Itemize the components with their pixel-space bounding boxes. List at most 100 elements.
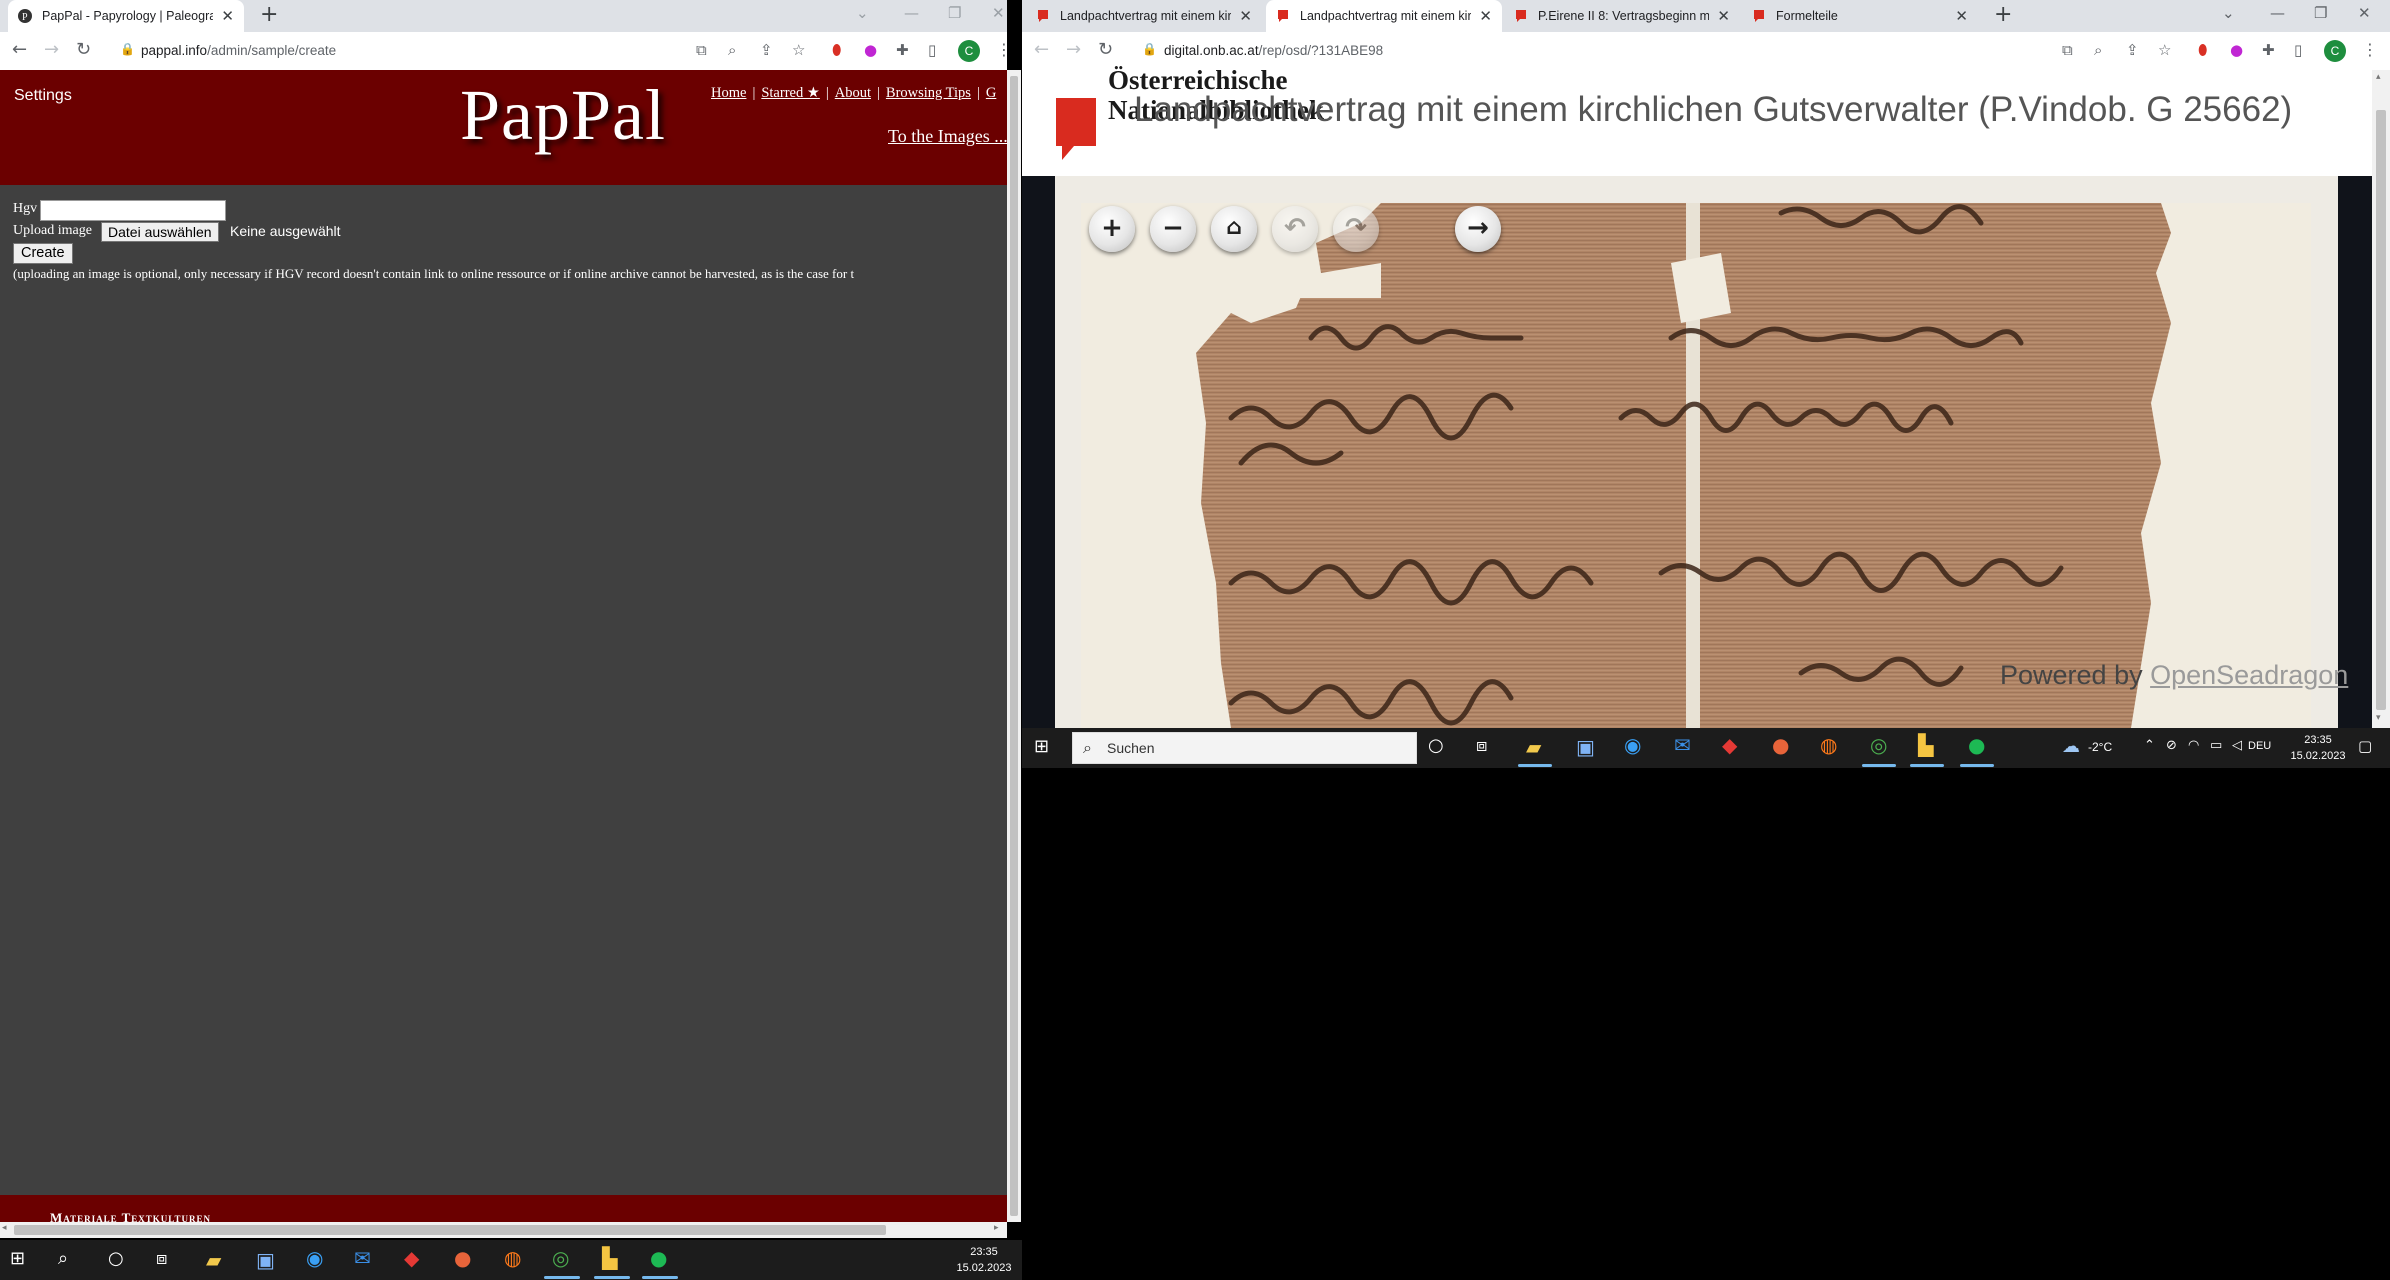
full-page-button[interactable]: → [1455, 206, 1501, 252]
file-explorer-icon[interactable]: ▰ [206, 1248, 221, 1272]
forward-icon[interactable]: → [44, 39, 59, 60]
scroll-left-icon[interactable]: ◂ [2, 1223, 7, 1233]
tab-search-icon[interactable]: ⌄ [2222, 4, 2235, 22]
nav-browsing-tips-link[interactable]: Browsing Tips [886, 85, 971, 101]
store-icon[interactable]: ▣ [256, 1248, 275, 1272]
network-icon[interactable]: ⊘ [2166, 738, 2177, 753]
nav-about-link[interactable]: About [835, 85, 871, 101]
back-icon[interactable]: ← [1034, 39, 1049, 60]
taskbar-clock[interactable]: 23:35 15.02.2023 [2286, 732, 2350, 764]
zoom-out-button[interactable]: − [1150, 206, 1196, 252]
weather-icon[interactable]: ☁ [2062, 736, 2080, 757]
cortana-icon[interactable]: ○ [1428, 735, 1444, 756]
address-bar[interactable]: digital.onb.ac.at/rep/osd/?131ABE98 [1164, 43, 1383, 58]
acrobat-icon[interactable]: ◆ [404, 1246, 419, 1270]
hgv-input[interactable] [40, 200, 226, 221]
lock-icon[interactable]: 🔒 [1142, 42, 1157, 56]
vertical-scrollbar[interactable]: ▴ ▾ [2372, 70, 2390, 728]
zoom-in-button[interactable]: + [1089, 206, 1135, 252]
extensions-puzzle-icon[interactable]: ✚ [2262, 41, 2275, 59]
rotate-right-button[interactable]: ↷ [1333, 206, 1379, 252]
vertical-scrollbar[interactable] [1007, 70, 1021, 1222]
side-panel-icon[interactable]: ▯ [2294, 41, 2302, 59]
reload-icon[interactable]: ↻ [1098, 39, 1113, 60]
papyrus-image[interactable] [1081, 203, 2311, 728]
settings-link[interactable]: Settings [14, 87, 72, 105]
create-button[interactable]: Create [13, 243, 73, 264]
close-window-icon[interactable]: ✕ [992, 4, 1005, 22]
pappal-logo[interactable]: PapPal [460, 74, 666, 157]
share-icon[interactable]: ⇪ [2126, 41, 2139, 59]
spotify-icon[interactable]: ● [650, 1246, 667, 1270]
sticky-icon[interactable]: ▙ [1918, 733, 1933, 757]
translate-icon[interactable]: ⧉ [696, 41, 707, 59]
tab-landpachtvertrag-2[interactable]: Landpachtvertrag mit einem kirc ✕ [1266, 0, 1502, 32]
menu-icon[interactable]: ⋮ [2362, 40, 2378, 59]
input-language[interactable]: DEU [2248, 740, 2271, 752]
mail-icon[interactable]: ✉ [354, 1246, 371, 1270]
tab-landpachtvertrag-1[interactable]: Landpachtvertrag mit einem kirc ✕ [1026, 0, 1262, 32]
restore-icon[interactable]: ❐ [2314, 4, 2327, 22]
notifications-icon[interactable]: ▢ [2358, 737, 2372, 755]
profile-avatar[interactable]: C [2324, 40, 2346, 62]
windows-start-icon[interactable]: ⊞ [1034, 736, 1049, 757]
rotate-left-button[interactable]: ↶ [1272, 206, 1318, 252]
extension-icon[interactable]: ⬮ [2198, 41, 2207, 59]
cortana-icon[interactable]: ○ [108, 1248, 124, 1269]
nav-home-link[interactable]: Home [711, 85, 746, 101]
extension-icon[interactable]: ● [2230, 41, 2243, 59]
firefox-icon[interactable]: ◍ [504, 1246, 521, 1270]
volume-icon[interactable]: ◁ [2232, 738, 2242, 753]
forward-icon[interactable]: → [1066, 39, 1081, 60]
chevron-up-icon[interactable]: ⌃ [2144, 738, 2155, 753]
bookmark-star-icon[interactable]: ☆ [2158, 41, 2171, 59]
minimize-icon[interactable]: — [2270, 4, 2285, 22]
horizontal-scrollbar[interactable]: ◂ ▸ [0, 1222, 1007, 1238]
choose-file-button[interactable]: Datei auswählen [101, 222, 219, 242]
side-panel-icon[interactable]: ▯ [928, 41, 936, 59]
weather-temperature[interactable]: -2°C [2088, 740, 2112, 754]
share-icon[interactable]: ⇪ [760, 41, 773, 59]
extensions-puzzle-icon[interactable]: ✚ [896, 41, 909, 59]
tab-formelteile[interactable]: Formelteile ✕ [1742, 0, 1978, 32]
acrobat-icon[interactable]: ◆ [1722, 733, 1737, 757]
close-tab-icon[interactable]: ✕ [1955, 7, 1968, 25]
scroll-up-icon[interactable]: ▴ [2376, 72, 2381, 82]
back-icon[interactable]: ← [12, 39, 27, 60]
onb-logo-icon[interactable] [1056, 98, 1096, 162]
firefox-icon[interactable]: ◍ [1820, 733, 1837, 757]
to-the-images-link[interactable]: To the Images ... [888, 126, 1007, 147]
home-button[interactable]: ⌂ [1211, 206, 1257, 252]
vertical-scrollbar-thumb[interactable] [1010, 76, 1018, 1216]
mail-icon[interactable]: ✉ [1674, 733, 1691, 757]
scroll-right-icon[interactable]: ▸ [994, 1223, 999, 1233]
close-tab-icon[interactable]: ✕ [221, 7, 234, 25]
wifi-icon[interactable]: ◠ [2188, 738, 2199, 753]
nav-starred-link[interactable]: Starred ★ [761, 85, 820, 101]
file-explorer-icon[interactable]: ▰ [1526, 735, 1541, 759]
extension-icon[interactable]: ● [864, 41, 877, 59]
tab-p-eirene[interactable]: P.Eirene II 8: Vertragsbeginn mit ✕ [1504, 0, 1740, 32]
tab-pappal[interactable]: P PapPal - Papyrology | Paleograph ✕ [8, 0, 244, 32]
spotify-icon[interactable]: ● [1968, 733, 1985, 757]
close-tab-icon[interactable]: ✕ [1479, 7, 1492, 25]
profile-avatar[interactable]: C [958, 40, 980, 62]
chrome-icon[interactable]: ◎ [1870, 733, 1887, 757]
new-tab-button[interactable]: + [1994, 2, 2012, 27]
task-view-icon[interactable]: ⧈ [156, 1248, 167, 1269]
reload-icon[interactable]: ↻ [76, 39, 91, 60]
lock-icon[interactable]: 🔒 [120, 42, 135, 56]
powerpoint-icon[interactable]: ● [454, 1246, 471, 1270]
powerpoint-icon[interactable]: ● [1772, 733, 1789, 757]
zoom-icon[interactable]: ⌕ [2094, 41, 2102, 59]
edge-icon[interactable]: ◉ [306, 1246, 323, 1270]
openseadragon-link[interactable]: OpenSeadragon [2150, 660, 2348, 690]
tab-search-icon[interactable]: ⌄ [856, 4, 869, 22]
scroll-down-icon[interactable]: ▾ [2376, 713, 2381, 723]
zoom-icon[interactable]: ⌕ [728, 41, 736, 59]
address-bar[interactable]: pappal.info/admin/sample/create [141, 43, 336, 58]
store-icon[interactable]: ▣ [1576, 735, 1595, 759]
sticky-icon[interactable]: ▙ [602, 1246, 617, 1270]
translate-icon[interactable]: ⧉ [2062, 41, 2073, 59]
minimize-icon[interactable]: — [904, 4, 919, 22]
